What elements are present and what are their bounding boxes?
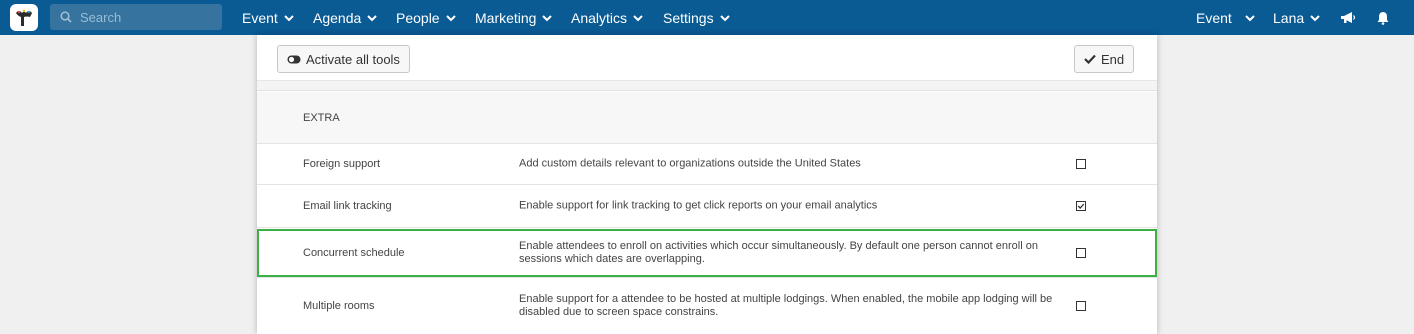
check-icon [1084, 54, 1096, 64]
chevron-down-icon [633, 14, 643, 21]
top-navbar: Search Event Agenda People Marketing Ana… [0, 0, 1414, 35]
activate-all-tools-button[interactable]: Activate all tools [277, 45, 410, 73]
chevron-down-icon [1245, 14, 1255, 21]
tool-name: Multiple rooms [303, 300, 375, 312]
tool-name: Email link tracking [303, 200, 392, 212]
nav-people[interactable]: People [396, 0, 457, 35]
panel-toolbar: Activate all tools End [257, 35, 1157, 81]
tool-checkbox-checked[interactable] [1076, 201, 1086, 211]
table-row: Email link tracking Enable support for l… [257, 185, 1157, 228]
tool-description: Enable attendees to enroll on activities… [519, 239, 1038, 265]
table-row: Concurrent schedule Enable attendees to … [257, 228, 1157, 278]
tool-description: Enable support for a attendee to be host… [519, 293, 1053, 318]
bell-icon [1377, 11, 1389, 25]
tool-description: Add custom details relevant to organizat… [519, 157, 861, 170]
tools-panel: Activate all tools End EXTRA Foreign sup… [257, 35, 1157, 334]
search-input[interactable]: Search [50, 4, 222, 30]
chevron-down-icon [284, 14, 294, 21]
megaphone-icon [1341, 11, 1356, 23]
tool-checkbox[interactable] [1076, 247, 1086, 258]
section-title: EXTRA [303, 111, 340, 124]
nav-settings[interactable]: Settings [663, 0, 731, 35]
announcement-button[interactable] [1337, 0, 1359, 35]
tool-description: Enable support for link tracking to get … [519, 199, 878, 212]
nav-marketing[interactable]: Marketing [475, 0, 553, 35]
tool-name: Concurrent schedule [303, 246, 405, 259]
nav-analytics[interactable]: Analytics [571, 0, 644, 35]
nav-event[interactable]: Event [242, 0, 295, 35]
tool-name: Foreign support [303, 158, 381, 170]
chevron-down-icon [367, 14, 377, 21]
tool-checkbox[interactable] [1076, 301, 1086, 311]
search-placeholder: Search [80, 9, 122, 25]
end-button[interactable]: End [1074, 45, 1135, 73]
table-row: Multiple rooms Enable support for a atte… [257, 278, 1157, 334]
table-row: Foreign support Add custom details relev… [257, 144, 1157, 185]
tool-checkbox[interactable] [1076, 159, 1086, 169]
chevron-down-icon [719, 14, 730, 21]
user-menu[interactable]: Lana [1273, 0, 1321, 35]
app-logo-icon[interactable] [10, 4, 38, 31]
chevron-down-icon [445, 14, 456, 21]
chevron-down-icon [1310, 14, 1320, 21]
toolbar-divider [257, 81, 1157, 91]
notifications-button[interactable] [1373, 0, 1393, 35]
section-header: EXTRA [257, 92, 1157, 144]
event-switcher[interactable]: Event [1196, 0, 1256, 35]
nav-agenda[interactable]: Agenda [313, 0, 378, 35]
chevron-down-icon [542, 14, 553, 21]
toggle-icon [287, 55, 301, 63]
search-icon [60, 11, 72, 23]
